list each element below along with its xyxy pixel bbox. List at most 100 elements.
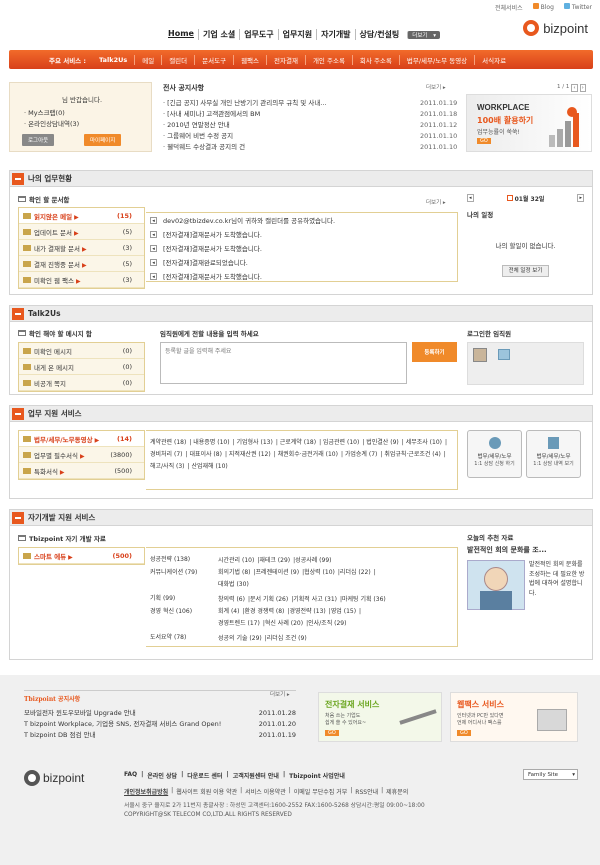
- checkbox[interactable]: ◂: [150, 272, 157, 280]
- category-name[interactable]: 기획 (99): [148, 592, 216, 605]
- category-link[interactable]: 경비처리 (7): [150, 451, 183, 458]
- category-link[interactable]: 시간관리 (10): [218, 557, 254, 564]
- menu-more-button[interactable]: 더보기 ▾: [407, 30, 440, 39]
- checkbox[interactable]: ◂: [150, 230, 157, 238]
- category-link[interactable]: 기획적 사고 (31): [293, 596, 337, 603]
- list-item[interactable]: ◂ dev02@tbizdev.co.kr님이 귀하와 캘린더를 공유하였습니다.: [150, 213, 457, 227]
- tab-unread-mail[interactable]: 읽지않은 메일 ▶ (15): [19, 208, 144, 224]
- list-item[interactable]: ◂ [전자결재]결재문서가 도착했습니다.: [150, 241, 457, 255]
- notice-row[interactable]: · 웰덕웨드 수상결과 공지의 건 2011.01.10: [163, 142, 458, 153]
- category-link[interactable]: 기업형사 (13): [237, 439, 273, 446]
- category-link[interactable]: 대표이사 (8): [189, 451, 222, 458]
- all-schedule-button[interactable]: 전체 일정 보기: [501, 265, 550, 277]
- prev-arrow-icon[interactable]: ‹: [571, 84, 578, 92]
- online-consult-link[interactable]: 온라인 상담: [147, 771, 177, 780]
- notice-row[interactable]: T bizpoint Workplace, 기업용 SNS, 전자결재 서비스 …: [24, 719, 296, 730]
- notice-more-link[interactable]: 더보기 ▸: [426, 83, 446, 91]
- category-link[interactable]: 재테크 (29): [259, 557, 290, 564]
- notice-row[interactable]: · 그룹웨어 비번 수정 공지 2011.01.10: [163, 131, 458, 142]
- service-personal-contacts[interactable]: 개인 주소록: [304, 54, 352, 65]
- category-link[interactable]: 환경 경쟁력 (8): [244, 608, 284, 615]
- partner-link[interactable]: 제휴문의: [386, 787, 408, 796]
- footer-logo[interactable]: bizpoint: [24, 770, 84, 786]
- category-link[interactable]: 산업재해 (10): [191, 463, 227, 470]
- doc-box-more-link[interactable]: 더보기 ▸: [426, 198, 446, 206]
- next-arrow-icon[interactable]: ›: [579, 84, 586, 92]
- category-link[interactable]: 성공의 기술 (29): [218, 635, 262, 642]
- collapse-icon[interactable]: [12, 511, 24, 524]
- category-link[interactable]: 협상력 (10): [304, 569, 335, 576]
- category-link[interactable]: 마케팅 기획 (36): [342, 596, 386, 603]
- notice-row[interactable]: 모바일전자 윈도우모바일 Upgrade 안내 2011.01.28: [24, 708, 296, 719]
- category-link[interactable]: 임금관련 (10): [323, 439, 359, 446]
- list-item[interactable]: ◂ [전자결재]결재문서가 도착했습니다.: [150, 227, 457, 241]
- support-link[interactable]: 고객지원센터 안내: [233, 771, 279, 780]
- download-link[interactable]: 다운로드 센터: [187, 771, 222, 780]
- notice-row[interactable]: · [사내 세미나] 고객관점에서의 BM 2011.01.18: [163, 109, 458, 120]
- category-link[interactable]: 지적재산권 (12): [229, 451, 271, 458]
- category-link[interactable]: 해고/사직 (3): [150, 463, 185, 470]
- menu-consult[interactable]: 상담/컨설팅: [354, 29, 404, 40]
- category-link[interactable]: 리더십 (22): [340, 569, 371, 576]
- category-link[interactable]: 혁신 사례 (20): [265, 620, 303, 627]
- category-name[interactable]: 커뮤니케이션 (79): [148, 566, 216, 592]
- category-link[interactable]: 프레젠테이션 (9): [256, 569, 300, 576]
- notice-row[interactable]: T bizpoint DB 점검 안내 2011.01.19: [24, 730, 296, 741]
- tab-unread-fax[interactable]: 미확인 웹 팩스 ▶ (3): [19, 272, 144, 288]
- category-link[interactable]: 취업규칙·근로조건 (4): [384, 451, 440, 458]
- tab-my-approvals[interactable]: 내가 결재할 문서 ▶ (3): [19, 240, 144, 256]
- category-link[interactable]: 근로계약 (18): [280, 439, 316, 446]
- avatar[interactable]: [498, 349, 510, 360]
- workplace-banner[interactable]: WORKPLACE 100배 활용하기 업무능률이 쑥쑥! GO: [466, 94, 592, 152]
- checkbox[interactable]: ◂: [150, 244, 157, 252]
- register-button[interactable]: 등록하기: [412, 342, 457, 362]
- reco-thumbnail[interactable]: [467, 560, 525, 610]
- faq-link[interactable]: FAQ: [124, 771, 137, 780]
- service-mail[interactable]: 메일: [134, 54, 161, 65]
- collapse-icon[interactable]: [12, 307, 24, 320]
- list-item[interactable]: ◂ [전자결재]결재문서가 도착했습니다.: [150, 269, 457, 283]
- category-link[interactable]: 인사/조직 (29): [308, 620, 346, 627]
- category-link[interactable]: 대화법 (30): [218, 581, 249, 588]
- privacy-link[interactable]: 개인정보취급방침: [124, 787, 168, 796]
- service-talk2us[interactable]: Talk2Us: [92, 56, 134, 64]
- category-link[interactable]: 회의기법 (8): [218, 569, 251, 576]
- category-link[interactable]: 내용증명 (10): [193, 439, 229, 446]
- category-link[interactable]: 문서 기획 (26): [250, 596, 288, 603]
- menu-support[interactable]: 업무지원: [277, 29, 316, 40]
- tab-private-note[interactable]: 비공개 쪽지 (0): [19, 375, 144, 391]
- notice-row[interactable]: · [긴급 공지] 사무실 개인 난방기기 관리의무 규칙 및 사내... 201…: [163, 98, 458, 109]
- cal-next-icon[interactable]: ▸: [577, 194, 584, 202]
- top-link-all[interactable]: 전체서비스: [495, 3, 523, 12]
- footer-notice-more[interactable]: 더보기 ▸: [270, 690, 290, 698]
- category-link[interactable]: 창의력 (6): [218, 596, 245, 603]
- service-terms-link[interactable]: 서비스 이용약관: [245, 787, 286, 796]
- list-item[interactable]: ◂ [전자결재]결재완료되었습니다.: [150, 255, 457, 269]
- category-link[interactable]: 리더십 조건 (9): [267, 635, 307, 642]
- category-link[interactable]: 경영전략 (13): [289, 608, 325, 615]
- tab-unread-msg[interactable]: 미확인 메시지 (0): [19, 343, 144, 359]
- menu-tools[interactable]: 업무도구: [239, 29, 277, 40]
- service-forms[interactable]: 서식자료: [474, 54, 513, 65]
- consult-apply-button[interactable]: 법무/세무/노무 1:1 상담 신청 하기: [467, 430, 522, 478]
- service-company-contacts[interactable]: 회사 주소록: [351, 54, 399, 65]
- logout-button[interactable]: 로그아웃: [22, 134, 55, 146]
- avatar[interactable]: [473, 348, 487, 362]
- category-name[interactable]: 경영 혁신 (106): [148, 605, 216, 631]
- tab-special-forms[interactable]: 특화서식 ▶ (500): [19, 463, 144, 479]
- category-link[interactable]: 회계 (4): [218, 608, 239, 615]
- category-name[interactable]: 도서요약 (78): [148, 631, 216, 644]
- category-link[interactable]: 법인결산 (9): [366, 439, 399, 446]
- tab-inbox-msg[interactable]: 내게 온 메시지 (0): [19, 359, 144, 375]
- service-legal-video[interactable]: 법무/세무/노무 동영상: [398, 54, 474, 65]
- category-link[interactable]: 가업승계 (7): [345, 451, 378, 458]
- tab-smart-edu[interactable]: 스마트 에듀 ▶ (500): [19, 548, 144, 564]
- approval-banner[interactable]: 전자결재 서비스 처음 쓰는 기업도 쉽게 쓸 수 있어요~ GO: [318, 692, 442, 742]
- top-link-blog[interactable]: Blog: [532, 3, 554, 12]
- top-link-twitter[interactable]: Twitter: [563, 3, 592, 12]
- checkbox[interactable]: ◂: [150, 258, 157, 266]
- category-link[interactable]: 영업 (15): [331, 608, 356, 615]
- category-link[interactable]: 채권회수·금전거래 (10): [278, 451, 338, 458]
- tab-required-forms[interactable]: 업무별 필수서식 ▶ (3800): [19, 447, 144, 463]
- rss-link[interactable]: RSS안내: [355, 787, 378, 796]
